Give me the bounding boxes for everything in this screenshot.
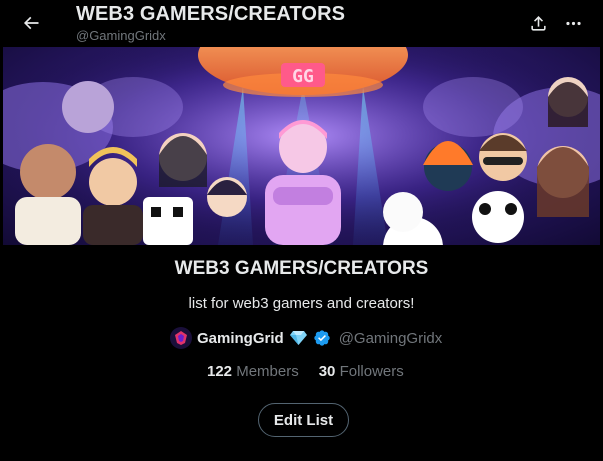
members-count: 122 <box>207 363 233 380</box>
owner-handle[interactable]: @GamingGridx <box>339 330 443 347</box>
gaming-grid-logo-icon <box>175 331 187 345</box>
arrow-left-icon <box>23 16 39 30</box>
list-owner[interactable]: GamingGrid @GamingGridx <box>170 326 442 350</box>
list-banner-image: GG <box>3 47 600 245</box>
members-label: Members <box>236 363 299 380</box>
list-page: WEB3 GAMERS/CREATORS @GamingGridx GG WEB… <box>0 0 603 461</box>
followers-stat[interactable]: 30 Followers <box>319 363 404 380</box>
top-bar: WEB3 GAMERS/CREATORS @GamingGridx <box>0 0 603 46</box>
list-name: WEB3 GAMERS/CREATORS <box>174 258 429 279</box>
share-icon <box>530 15 546 31</box>
verified-badge-icon <box>314 330 330 346</box>
diamond-icon <box>289 331 307 345</box>
followers-label: Followers <box>339 363 404 380</box>
banner-logo-text: GG <box>292 66 314 87</box>
members-stat[interactable]: 122 Members <box>207 363 299 380</box>
avatar[interactable] <box>170 327 192 349</box>
more-button[interactable] <box>556 6 590 40</box>
owner-name[interactable]: GamingGrid <box>197 330 284 347</box>
followers-count: 30 <box>318 363 336 380</box>
page-title: WEB3 GAMERS/CREATORS <box>76 3 346 25</box>
share-button[interactable] <box>521 6 555 40</box>
page-handle: @GamingGridx <box>76 28 166 43</box>
list-description: list for web3 gamers and creators! <box>188 295 415 312</box>
edit-list-button[interactable]: Edit List <box>258 403 349 437</box>
list-stats: 122 Members 30 Followers <box>207 363 404 380</box>
more-horizontal-icon <box>565 21 581 25</box>
back-button[interactable] <box>14 6 48 40</box>
cartoon-group-illustration: GG <box>3 47 600 245</box>
